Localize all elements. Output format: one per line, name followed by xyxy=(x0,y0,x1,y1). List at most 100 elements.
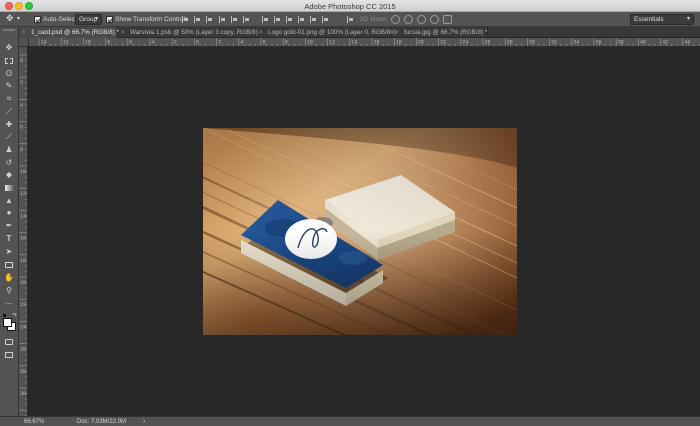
tab-document[interactable]: × 1_card.psd @ 66.7% (RGB/8) * xyxy=(19,27,119,38)
auto-select-dropdown[interactable]: Group ▾ xyxy=(75,14,102,25)
auto-align-layers-icon[interactable] xyxy=(347,16,354,23)
ruler-label: 34 xyxy=(573,40,579,46)
align-right-edges-icon[interactable] xyxy=(243,16,250,23)
distribute-right-icon[interactable] xyxy=(322,16,329,23)
tab-document[interactable]: × Warstwa 1.psb @ 50% (Layer 3 copy, RGB… xyxy=(118,27,258,38)
ruler-label: 0 xyxy=(20,58,23,64)
ruler-label: 18 xyxy=(396,40,402,46)
ruler-label: 42 xyxy=(662,40,668,46)
history-brush-tool-icon[interactable]: ↺ xyxy=(2,157,16,168)
align-left-edges-icon[interactable] xyxy=(219,16,226,23)
ruler-label: 30 xyxy=(529,40,535,46)
dodge-tool-icon[interactable]: ● xyxy=(2,207,16,218)
3d-pan-icon[interactable] xyxy=(417,15,426,24)
ruler-label: 40 xyxy=(640,40,646,46)
ruler-label: 38 xyxy=(618,40,624,46)
close-tab-icon[interactable]: × xyxy=(22,27,26,38)
ruler-label: 22 xyxy=(20,302,26,308)
ruler-label: 16 xyxy=(374,40,380,46)
close-tab-icon[interactable]: × xyxy=(395,27,399,38)
document-tabs: × 1_card.psd @ 66.7% (RGB/8) * × Warstwa… xyxy=(19,27,700,38)
ruler-label: 24 xyxy=(20,324,26,330)
ruler-label: 28 xyxy=(20,369,26,375)
hand-tool-icon[interactable]: ✋ xyxy=(2,272,16,283)
marquee-tool-icon[interactable] xyxy=(2,55,16,66)
zoom-level[interactable]: 66.67% xyxy=(24,418,44,426)
distribute-bottom-icon[interactable] xyxy=(286,16,293,23)
ruler-label: 8 xyxy=(107,40,110,46)
ruler-label: 6 xyxy=(263,40,266,46)
close-tab-icon[interactable]: × xyxy=(121,27,125,38)
document-image[interactable] xyxy=(203,128,517,335)
horizontal-ruler[interactable]: 14 12 10 8 6 4 2 0 2 4 6 8 10 12 14 16 18 20 22 24 26 28 30 32 3… xyxy=(29,38,700,47)
more-tools-icon[interactable]: ⋯ xyxy=(2,298,16,309)
pen-tool-icon[interactable]: ✒ xyxy=(2,220,16,231)
align-bottom-edges-icon[interactable] xyxy=(206,16,213,23)
close-tab-icon[interactable]: × xyxy=(259,27,263,38)
distribute-left-icon[interactable] xyxy=(298,16,305,23)
status-menu-chevron-icon[interactable]: › xyxy=(143,418,145,426)
panel-grip[interactable] xyxy=(3,29,15,31)
auto-select-checkbox[interactable] xyxy=(34,16,41,23)
screen-mode-icon[interactable] xyxy=(2,349,16,360)
ruler-label: 20 xyxy=(20,280,26,286)
type-tool-icon[interactable]: T xyxy=(2,233,16,244)
crop-tool-icon[interactable]: ⌗ xyxy=(2,93,16,104)
3d-scale-icon[interactable] xyxy=(443,15,452,24)
workspace-dropdown[interactable]: Essentials ▾ xyxy=(630,14,694,25)
vertical-ruler[interactable]: 0 2 4 6 8 10 12 14 16 18 20 22 24 26 28 30 xyxy=(19,47,28,416)
chevron-down-icon: ▾ xyxy=(686,16,690,22)
zoom-tool-icon[interactable]: ⚲ xyxy=(2,285,16,296)
tab-label: 1_card.psd @ 66.7% (RGB/8) * xyxy=(31,29,119,36)
ruler-label: 28 xyxy=(507,40,513,46)
tools-panel: ✥ ʘ ✎ ⌗ ⟋ ✚ ⟋ ♟ ↺ ◆ ▲ ● ✒ T ➤ ✋ ⚲ ⋯ ↷ xyxy=(0,27,19,416)
ruler-label: 12 xyxy=(20,191,26,197)
distribute-vertical-centers-icon[interactable] xyxy=(274,16,281,23)
ruler-label: 8 xyxy=(285,40,288,46)
ruler-corner[interactable] xyxy=(19,38,29,47)
show-transform-controls-checkbox[interactable] xyxy=(106,16,113,23)
3d-orbit-icon[interactable] xyxy=(391,15,400,24)
swap-colors-icon[interactable]: ↷ xyxy=(12,312,17,319)
default-colors-icon[interactable] xyxy=(3,314,6,317)
tab-label: fucsia.jpg @ 66.7% (RGB/8) * xyxy=(404,29,488,36)
brush-tool-icon[interactable]: ⟋ xyxy=(2,131,16,142)
business-card-mockup-image xyxy=(203,128,517,335)
chevron-down-icon[interactable]: ▾ xyxy=(17,15,20,24)
distribute-top-icon[interactable] xyxy=(262,16,269,23)
clone-stamp-tool-icon[interactable]: ♟ xyxy=(2,144,16,155)
ruler-label: 2 xyxy=(20,80,23,86)
ruler-label: 26 xyxy=(485,40,491,46)
foreground-color-swatch[interactable] xyxy=(3,318,12,327)
eraser-tool-icon[interactable]: ◆ xyxy=(2,169,16,180)
ruler-label: 4 xyxy=(152,40,155,46)
ruler-label: 16 xyxy=(20,236,26,242)
healing-brush-tool-icon[interactable]: ✚ xyxy=(2,119,16,130)
ruler-label: 32 xyxy=(551,40,557,46)
path-selection-tool-icon[interactable]: ➤ xyxy=(2,246,16,257)
quick-selection-tool-icon[interactable]: ✎ xyxy=(2,80,16,91)
distribute-horizontal-centers-icon[interactable] xyxy=(310,16,317,23)
tab-document[interactable]: × Logo gold-01.png @ 100% (Layer 0, RGB/… xyxy=(256,27,396,38)
rectangle-tool-icon[interactable] xyxy=(2,259,16,270)
tab-document[interactable]: × fucsia.jpg @ 66.7% (RGB/8) * xyxy=(392,27,488,38)
chevron-down-icon: ▾ xyxy=(94,16,98,22)
eyedropper-tool-icon[interactable]: ⟋ xyxy=(2,106,16,117)
ruler-label: 14 xyxy=(351,40,357,46)
gradient-tool-icon[interactable] xyxy=(2,182,16,193)
workspace-value: Essentials xyxy=(634,16,664,23)
align-top-edges-icon[interactable] xyxy=(182,16,189,23)
quick-mask-icon[interactable] xyxy=(2,336,16,347)
ruler-label: 6 xyxy=(129,40,132,46)
align-vertical-centers-icon[interactable] xyxy=(194,16,201,23)
ruler-label: 30 xyxy=(20,391,26,397)
3d-mode-label: 3D Mode: xyxy=(360,16,389,23)
3d-roll-icon[interactable] xyxy=(404,15,413,24)
move-tool-icon[interactable]: ✥ xyxy=(2,42,16,53)
lasso-tool-icon[interactable]: ʘ xyxy=(2,68,16,79)
move-icon[interactable]: ✥ xyxy=(6,14,14,23)
ruler-label: 0 xyxy=(196,40,199,46)
blur-tool-icon[interactable]: ▲ xyxy=(2,195,16,206)
align-horizontal-centers-icon[interactable] xyxy=(231,16,238,23)
3d-slide-icon[interactable] xyxy=(430,15,439,24)
